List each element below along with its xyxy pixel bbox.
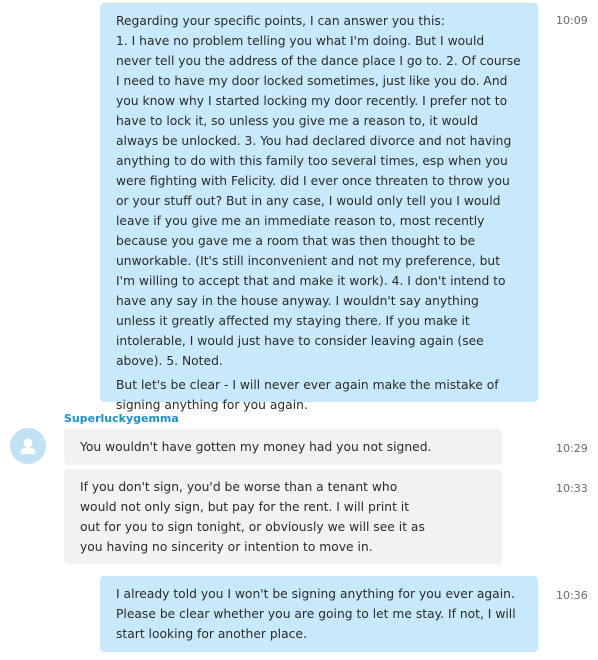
message-text: But let's be clear - I will never ever a… bbox=[116, 378, 499, 412]
message-timestamp: 10:09 bbox=[556, 14, 588, 27]
message-text: You wouldn't have gotten my money had yo… bbox=[80, 440, 432, 454]
message-text: I already told you I won't be signing an… bbox=[116, 587, 516, 641]
outgoing-message: I already told you I won't be signing an… bbox=[100, 576, 538, 652]
message-timestamp: 10:33 bbox=[556, 482, 588, 495]
incoming-message: You wouldn't have gotten my money had yo… bbox=[64, 429, 502, 465]
message-timestamp: 10:29 bbox=[556, 442, 588, 455]
message-text: Regarding your specific points, I can an… bbox=[116, 14, 445, 28]
message-timestamp: 10:36 bbox=[556, 589, 588, 602]
sender-name[interactable]: Superluckygemma bbox=[64, 412, 179, 425]
person-avatar-icon[interactable] bbox=[10, 428, 46, 464]
message-text: 1. I have no problem telling you what I'… bbox=[116, 34, 521, 368]
outgoing-message: Regarding your specific points, I can an… bbox=[100, 3, 538, 412]
incoming-message: If you don't sign, you'd be worse than a… bbox=[64, 469, 502, 564]
message-text: If you don't sign, you'd be worse than a… bbox=[80, 480, 425, 554]
